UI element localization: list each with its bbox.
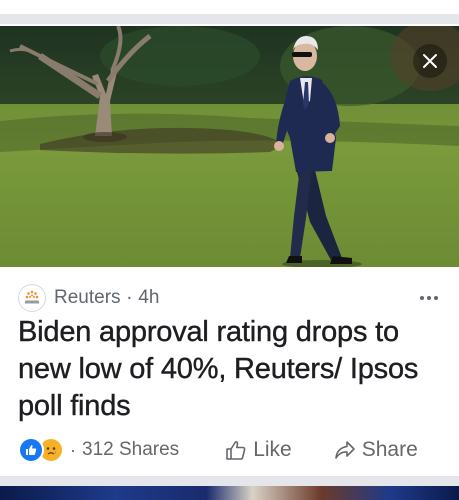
like-button[interactable]: Like	[225, 438, 292, 462]
feed-divider-bottom	[0, 476, 459, 486]
close-button[interactable]	[413, 44, 447, 78]
reuters-logo-icon	[25, 290, 39, 304]
thumbs-up-icon	[226, 441, 246, 460]
meta-separator: ·	[126, 287, 133, 309]
engagement-separator: ·	[70, 439, 76, 460]
close-icon	[423, 54, 437, 68]
share-button[interactable]: Share	[334, 438, 418, 462]
like-label: Like	[253, 438, 292, 461]
article-hero-image[interactable]	[0, 26, 459, 267]
article-headline[interactable]: Biden approval rating drops to new low o…	[18, 314, 443, 425]
hero-photo	[0, 26, 459, 267]
share-arrow-icon	[334, 441, 355, 459]
more-options-icon	[420, 296, 424, 300]
publisher-name[interactable]: Reuters	[54, 287, 121, 309]
like-reaction-icon	[18, 437, 44, 463]
engagement-row: · 312 Shares Like Share	[18, 434, 441, 466]
publisher-logo[interactable]	[18, 284, 46, 312]
post-timestamp[interactable]: 4h	[138, 287, 159, 309]
feed-divider-top	[0, 0, 459, 26]
next-post-image-preview[interactable]	[0, 486, 459, 500]
shares-count[interactable]: 312 Shares	[82, 439, 179, 461]
reaction-summary[interactable]	[18, 437, 64, 463]
share-label: Share	[361, 438, 418, 461]
more-options-button[interactable]	[417, 286, 441, 310]
post-meta-row: Reuters · 4h	[18, 284, 441, 312]
